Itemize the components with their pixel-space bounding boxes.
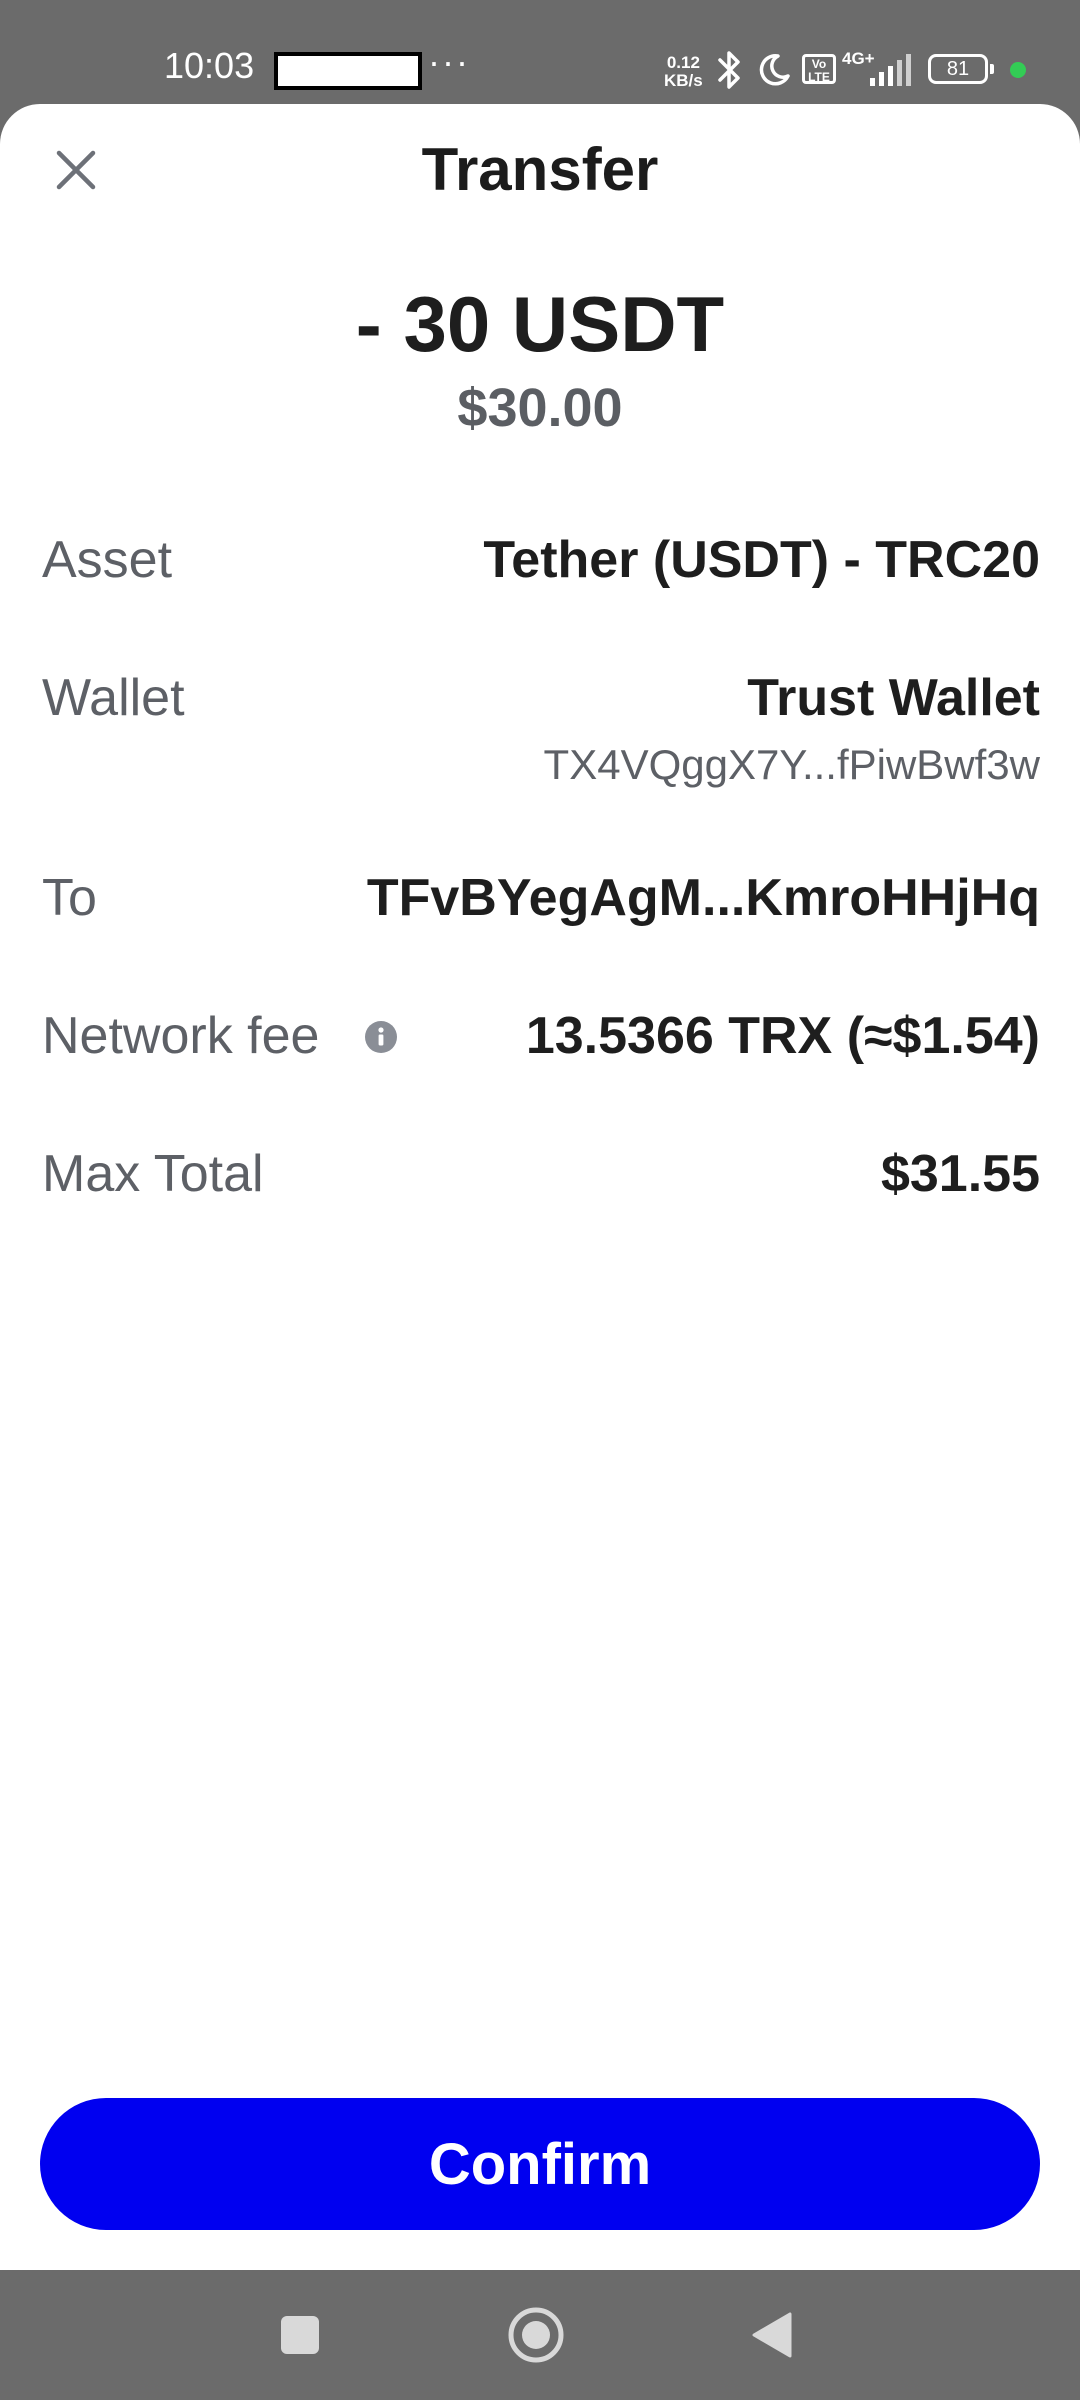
page-title: Transfer [421,136,659,203]
wallet-name: Trust Wallet [747,669,1040,727]
moon-icon [759,54,790,86]
transfer-sheet: Transfer - 30 USDT $30.00 Asset Tether (… [0,104,1080,2270]
info-icon[interactable] [364,1020,398,1054]
back-button[interactable] [712,2270,832,2400]
wallet-address: TX4VQggX7Y...fPiwBwf3w [543,741,1040,788]
status-bar: 10:03 ··· 0.12 KB/s Vo LTE 4G+ 81 [0,0,1080,104]
home-icon [508,2307,564,2363]
asset-value: Tether (USDT) - TRC20 [483,531,1040,589]
network-fee-value: 13.5366 TRX (≈$1.54) [525,1007,1040,1065]
wallet-label: Wallet [42,669,185,727]
bluetooth-icon [718,51,740,89]
privacy-indicator-dot [1010,62,1026,78]
recent-apps-button[interactable] [240,2270,360,2400]
home-button[interactable] [476,2270,596,2400]
confirm-button[interactable]: Confirm [40,2098,1040,2230]
more-notifications-indicator: ··· [428,41,470,82]
to-address: TFvBYegAgM...KmroHHjHq [366,869,1040,927]
volte-icon: Vo LTE [802,54,836,84]
network-speed-value: 0.12 [666,53,700,72]
max-total-value: $31.55 [880,1145,1040,1203]
network-speed: 0.12 KB/s [664,54,703,90]
battery-icon: 81 [928,54,994,84]
redacted-notification [274,52,422,90]
back-icon [752,2312,792,2358]
transfer-amount-fiat: $30.00 [457,378,623,438]
navigation-bar [0,2270,1080,2400]
network-fee-label: Network fee [42,1007,320,1065]
max-total-label: Max Total [42,1145,264,1203]
to-label: To [42,869,97,927]
signal-icon [870,54,911,86]
volte-line2: LTE [808,70,830,84]
recent-apps-icon [281,2316,319,2354]
network-speed-unit: KB/s [664,71,703,90]
transfer-amount: - 30 USDT [355,280,725,368]
asset-label: Asset [42,531,173,589]
volte-line1: Vo [811,57,827,71]
status-time: 10:03 [164,45,255,86]
